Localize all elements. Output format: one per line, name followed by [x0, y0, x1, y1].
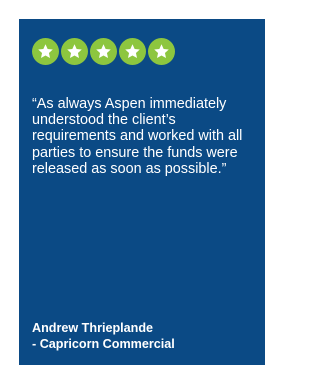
author-name: Andrew Thrieplande [32, 321, 154, 335]
star-badge [61, 38, 88, 65]
star-icon [154, 44, 169, 59]
star-rating [32, 38, 175, 65]
star-badge [119, 38, 146, 65]
star-icon [125, 44, 140, 59]
testimonial-quote: “As always Aspen immediately understood … [32, 96, 243, 177]
star-icon [67, 44, 82, 59]
star-icon [96, 44, 111, 59]
author-company: - Capricorn Commercial [32, 337, 175, 351]
star-badge [90, 38, 117, 65]
star-icon [38, 44, 53, 59]
testimonial-author: Andrew Thrieplande - Capricorn Commercia… [32, 320, 258, 352]
testimonial-card: “As always Aspen immediately understood … [19, 19, 265, 365]
star-badge [32, 38, 59, 65]
star-badge [148, 38, 175, 65]
